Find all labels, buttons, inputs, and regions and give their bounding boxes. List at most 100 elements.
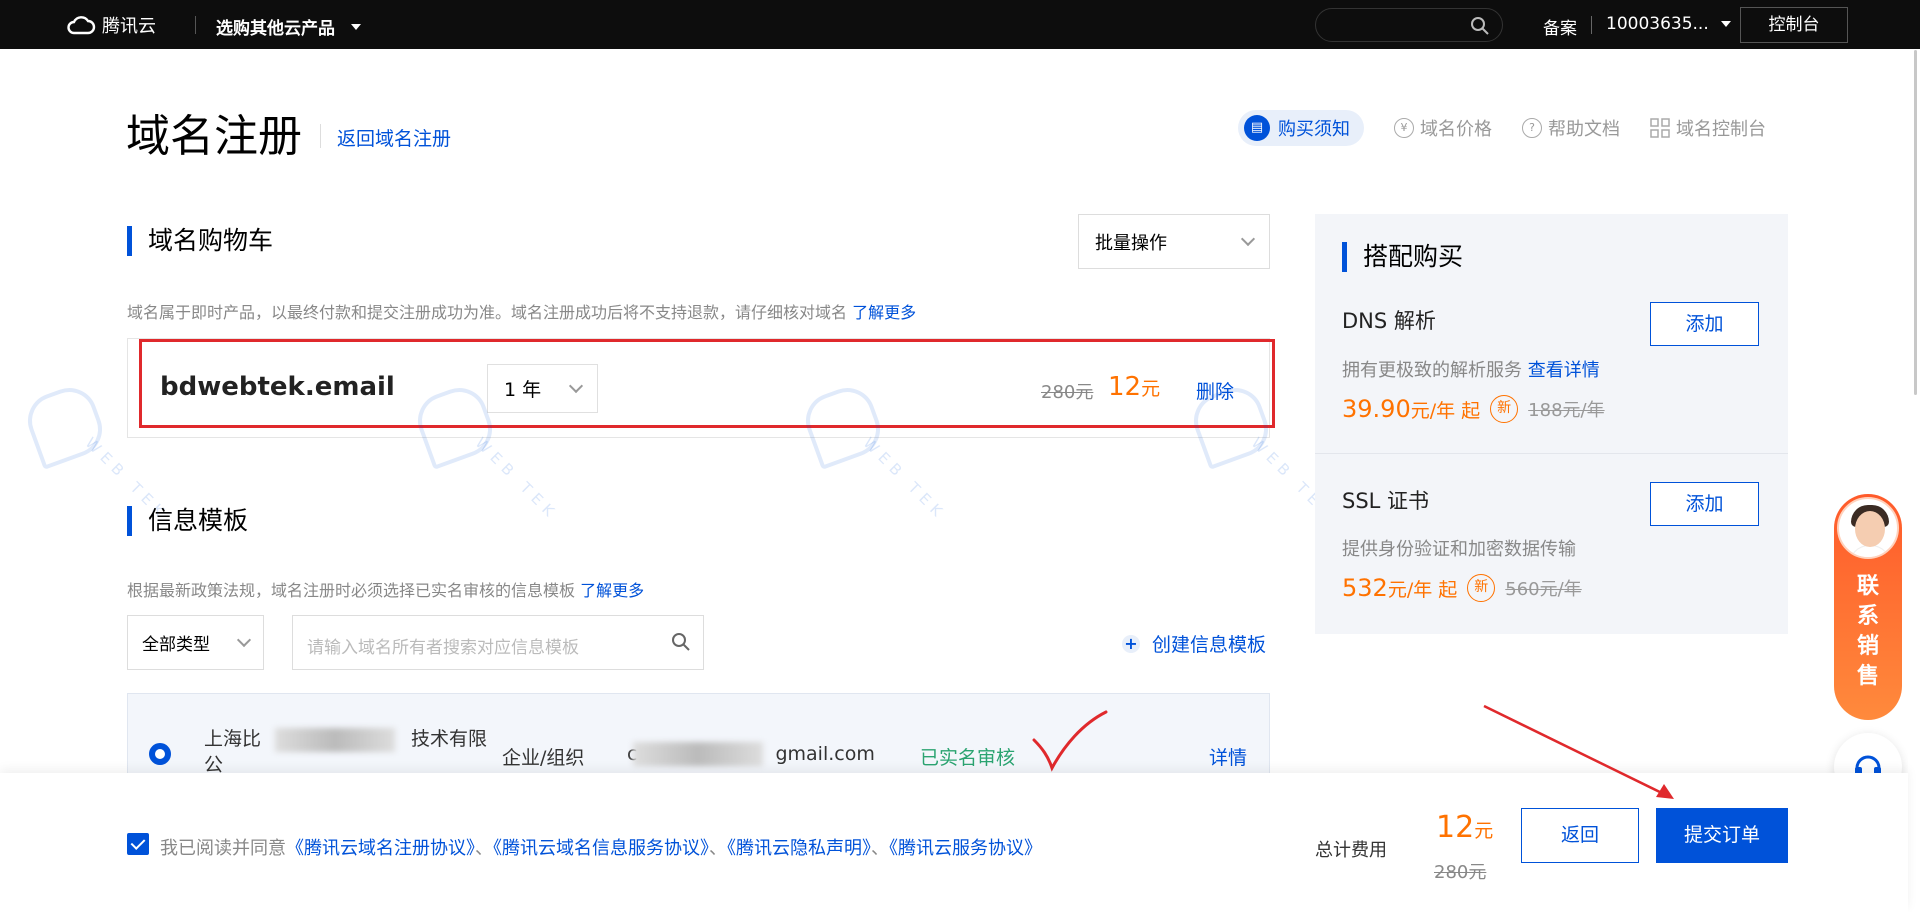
- agreement-link-info-service[interactable]: 《腾讯云域名信息服务协议》: [493, 838, 709, 859]
- contact-sales-button[interactable]: 联 系 销 售: [1834, 494, 1902, 720]
- ssl-desc: 提供身份验证和加密数据传输: [1342, 539, 1576, 560]
- create-template-button[interactable]: + 创建信息模板: [1122, 630, 1266, 657]
- scrollbar[interactable]: [1908, 50, 1920, 912]
- add-dns-button[interactable]: 添加: [1650, 302, 1759, 346]
- redacted-blur: [275, 728, 395, 752]
- products-menu[interactable]: 选购其他云产品: [216, 14, 361, 39]
- ssl-old-price: 560元/年: [1505, 579, 1582, 600]
- dns-price: 39.90元/年 起 新 188元/年: [1342, 395, 1605, 423]
- ssl-price-unit: 元/年 起: [1387, 579, 1458, 601]
- help-docs-label: 帮助文档: [1548, 119, 1620, 140]
- help-docs-link[interactable]: ? 帮助文档: [1522, 115, 1620, 141]
- question-icon: ?: [1522, 118, 1542, 138]
- cloud-icon: [67, 16, 96, 35]
- info-template-learn-more-link[interactable]: 了解更多: [580, 581, 644, 600]
- account-id: 10003635...: [1606, 14, 1709, 34]
- tencent-cloud-logo[interactable]: 腾讯云: [66, 12, 156, 38]
- separator: 、: [475, 838, 493, 859]
- type-filter-value: 全部类型: [142, 635, 210, 655]
- grid-icon: [1650, 118, 1670, 138]
- template-status: 已实名审核: [920, 747, 1016, 769]
- separator: 、: [709, 838, 727, 859]
- dns-desc-text: 拥有更极致的解析服务: [1342, 360, 1522, 381]
- chevron-down-icon: [236, 632, 252, 648]
- total-price-unit: 元: [1474, 820, 1494, 842]
- template-search-placeholder: 请输入域名所有者搜索对应信息模板: [307, 638, 579, 658]
- annotation-highlight-frame: [139, 339, 1275, 428]
- scrollbar-thumb[interactable]: [1914, 50, 1917, 395]
- total-label: 总计费用: [1315, 840, 1387, 861]
- ssl-title: SSL 证书: [1342, 489, 1430, 513]
- batch-operation-label: 批量操作: [1095, 232, 1167, 254]
- agreement-link-service[interactable]: 《腾讯云服务协议》: [889, 838, 1042, 859]
- divider: [1591, 16, 1592, 34]
- total-price: 12元: [1436, 810, 1493, 845]
- dns-view-detail-link[interactable]: 查看详情: [1528, 360, 1600, 381]
- contact-char: 系: [1856, 604, 1879, 629]
- dns-title: DNS 解析: [1342, 309, 1436, 333]
- template-company-line1: 上海比: [204, 728, 262, 750]
- redacted-blur: [633, 742, 763, 766]
- dns-desc: 拥有更极致的解析服务 查看详情: [1342, 356, 1600, 382]
- divider: [320, 124, 321, 148]
- contact-char: 销: [1856, 634, 1879, 659]
- new-badge: 新: [1467, 574, 1496, 602]
- template-email-suffix: gmail.com: [775, 743, 875, 765]
- plus-icon: +: [1122, 634, 1140, 653]
- header-links: ▤ 购买须知 ¥ 域名价格 ? 帮助文档 域名控制台: [1238, 110, 1766, 146]
- addon-panel: [1315, 214, 1788, 634]
- ssl-price-value: 532: [1342, 574, 1388, 602]
- chevron-down-icon: [1240, 231, 1256, 247]
- caret-down-icon: [1720, 21, 1731, 27]
- divider: [195, 16, 196, 34]
- ssl-price: 532元/年 起 新 560元/年: [1342, 574, 1582, 602]
- separator: 、: [871, 838, 889, 859]
- domain-price-label: 域名价格: [1420, 119, 1492, 140]
- cart-learn-more-link[interactable]: 了解更多: [852, 303, 916, 322]
- contact-char: 售: [1856, 664, 1879, 689]
- back-button[interactable]: 返回: [1521, 808, 1639, 863]
- submit-order-button[interactable]: 提交订单: [1656, 808, 1788, 863]
- dns-price-unit: 元/年 起: [1410, 400, 1481, 422]
- agreement-link-privacy[interactable]: 《腾讯云隐私声明》: [727, 838, 871, 859]
- cart-section-title: 域名购物车: [127, 226, 273, 256]
- type-filter-select[interactable]: 全部类型: [127, 615, 264, 670]
- template-search-input[interactable]: 请输入域名所有者搜索对应信息模板: [292, 615, 704, 670]
- search-icon[interactable]: [671, 632, 691, 652]
- search-icon[interactable]: [1470, 16, 1490, 36]
- agreement-text: 我已阅读并同意《腾讯云域名注册协议》、《腾讯云域名信息服务协议》、《腾讯云隐私声…: [160, 834, 1042, 860]
- avatar: [1837, 497, 1899, 559]
- beian-link[interactable]: 备案: [1543, 14, 1577, 39]
- logo-text: 腾讯云: [102, 16, 156, 37]
- watermark-text: WEB TEK: [859, 433, 951, 525]
- domain-price-link[interactable]: ¥ 域名价格: [1394, 115, 1492, 141]
- cart-note: 域名属于即时产品，以最终付款和提交注册成功为准。域名注册成功后将不支持退款，请仔…: [127, 299, 916, 323]
- template-detail-link[interactable]: 详情: [1209, 743, 1247, 770]
- agree-prefix: 我已阅读并同意: [160, 838, 286, 859]
- agreement-link-register[interactable]: 《腾讯云域名注册协议》: [286, 838, 475, 859]
- template-radio[interactable]: [149, 743, 171, 765]
- purchase-notice-link[interactable]: ▤ 购买须知: [1238, 110, 1364, 146]
- cart-note-text: 域名属于即时产品，以最终付款和提交注册成功为准。域名注册成功后将不支持退款，请仔…: [127, 303, 848, 322]
- info-template-note-text: 根据最新政策法规，域名注册时必须选择已实名审核的信息模板: [127, 581, 576, 600]
- watermark-text: WEB TEK: [471, 433, 563, 525]
- purchase-notice-label: 购买须知: [1278, 119, 1350, 140]
- new-badge: 新: [1490, 395, 1519, 423]
- top-search-input[interactable]: [1315, 8, 1503, 42]
- batch-operation-select[interactable]: 批量操作: [1078, 214, 1270, 269]
- total-original-price: 280元: [1434, 862, 1487, 883]
- agree-checkbox[interactable]: [127, 833, 149, 855]
- template-org-type: 企业/组织: [502, 747, 585, 769]
- back-to-domain-register-link[interactable]: 返回域名注册: [337, 124, 451, 151]
- console-button[interactable]: 控制台: [1740, 7, 1848, 43]
- account-menu[interactable]: 10003635...: [1606, 14, 1731, 34]
- contact-char: 联: [1856, 574, 1879, 599]
- yen-icon: ¥: [1394, 118, 1414, 138]
- doc-icon: ▤: [1244, 115, 1270, 141]
- info-template-section-title: 信息模板: [127, 506, 248, 536]
- add-ssl-button[interactable]: 添加: [1650, 482, 1759, 526]
- domain-console-link[interactable]: 域名控制台: [1650, 115, 1766, 141]
- addon-section-title: 搭配购买: [1342, 242, 1463, 272]
- page-title: 域名注册: [126, 111, 302, 162]
- info-template-note: 根据最新政策法规，域名注册时必须选择已实名审核的信息模板 了解更多: [127, 577, 644, 601]
